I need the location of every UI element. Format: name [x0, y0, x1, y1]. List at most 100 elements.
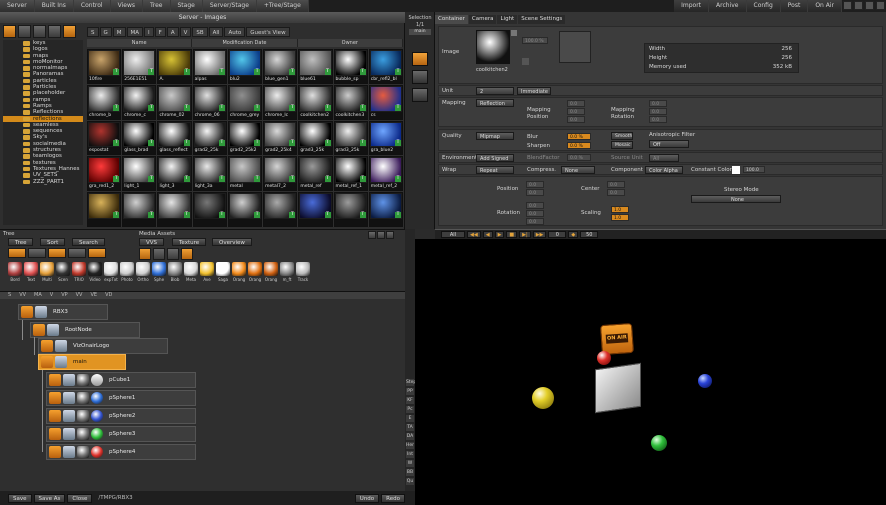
asset-item[interactable]: Orang	[232, 262, 246, 284]
thumbnail[interactable]: T	[298, 192, 333, 227]
overview-tab[interactable]: Overview	[212, 238, 252, 246]
property-tab[interactable]: Camera	[468, 15, 497, 24]
side-strip-button[interactable]: Pc	[406, 406, 414, 413]
filter-button[interactable]: S	[87, 27, 99, 37]
scene-node[interactable]: main	[38, 354, 126, 370]
vvs-tab[interactable]: VVS	[139, 238, 165, 246]
asset-item[interactable]: Scen	[56, 262, 70, 284]
aniso-dropdown[interactable]: Off	[649, 140, 689, 148]
menu-6[interactable]: Server/Stage	[202, 0, 257, 12]
scene-tree-column[interactable]: V	[50, 292, 53, 299]
mapping-rot-z[interactable]: 0.0	[649, 116, 667, 123]
image-percent[interactable]: 100.0 %	[522, 37, 548, 44]
source-unit-dropdown[interactable]: All	[649, 154, 679, 162]
center-x[interactable]: 0.0	[607, 181, 625, 188]
material-node-icon[interactable]	[77, 428, 89, 440]
mapping-rot-x[interactable]: 0.0	[649, 100, 667, 107]
quality-dropdown[interactable]: Mipmap	[476, 132, 514, 140]
thumbnail[interactable]: Tmetal_ref	[298, 156, 333, 192]
side-strip-button[interactable]: E	[406, 415, 414, 422]
mapping-rot-y[interactable]: 0.0	[649, 108, 667, 115]
menu-3[interactable]: Views	[110, 0, 143, 12]
thumbnail[interactable]: Tblue_gen1	[263, 49, 298, 84]
material-node-icon[interactable]	[77, 446, 89, 458]
asset-item[interactable]: Multi	[40, 262, 54, 284]
thumbnail[interactable]: Tgra_blue2	[368, 120, 403, 156]
thumbnail[interactable]: T	[122, 192, 157, 227]
thumbnail[interactable]: Tblue61	[298, 49, 333, 84]
filter-button[interactable]: MA	[126, 27, 144, 37]
step-back-icon[interactable]: ◀	[482, 231, 493, 238]
scene-node[interactable]: pCube1	[46, 372, 196, 388]
thumbnail[interactable]: T	[263, 192, 298, 227]
thumbnail[interactable]: Tmetal	[227, 156, 263, 192]
thumbnail[interactable]: Tgrad2_25k4	[263, 120, 298, 156]
search-tab[interactable]: Search	[72, 238, 105, 246]
thumbnail[interactable]: Tblu2	[227, 49, 263, 84]
folder-view-icon[interactable]	[33, 25, 46, 38]
thumbnail[interactable]: T	[87, 192, 122, 227]
scene-tree-column[interactable]: VV	[76, 292, 83, 299]
save-button[interactable]: Save	[8, 493, 32, 503]
scene-tree-column[interactable]: S	[8, 292, 11, 299]
thumbnail[interactable]: Tgrad3_25k	[298, 120, 333, 156]
scaling-y[interactable]: 1.0	[611, 214, 629, 221]
side-strip-button[interactable]: BB	[406, 469, 414, 476]
material-node-icon[interactable]	[77, 392, 89, 404]
rotation-z[interactable]: 0.0	[526, 218, 544, 225]
container-node-icon[interactable]	[33, 324, 45, 336]
filter-button[interactable]: I	[144, 27, 154, 37]
thumbnail[interactable]: Tglass_brad	[122, 120, 157, 156]
side-strip-button[interactable]: TA	[406, 424, 414, 431]
thumbnail[interactable]: Tchrome_06	[192, 84, 227, 120]
constant-color-swatch[interactable]	[732, 166, 740, 174]
transform-node-icon[interactable]	[63, 374, 75, 386]
container-icon[interactable]	[412, 52, 428, 66]
side-strip-button[interactable]: Qu	[406, 478, 414, 485]
thumbnail[interactable]: Tlight_3a	[192, 156, 227, 192]
side-strip-button[interactable]: DA	[406, 433, 414, 440]
property-tab[interactable]: Scene Settings	[518, 15, 566, 24]
property-tab[interactable]: Container	[435, 15, 468, 24]
thumbnail[interactable]: Tgrad2_25k2	[227, 120, 263, 156]
thumbnail[interactable]: T	[157, 192, 192, 227]
thumbnail[interactable]: T	[333, 192, 368, 227]
smooth-button[interactable]: Smooth	[611, 132, 633, 140]
transform-node-icon[interactable]	[63, 392, 75, 404]
menu-right-3[interactable]: Post	[780, 0, 809, 12]
menu-2[interactable]: Control	[73, 0, 111, 12]
folder-list-icon[interactable]	[48, 25, 61, 38]
menu-7[interactable]: +Tree/Stage	[256, 0, 309, 12]
asset-item[interactable]: Sphe	[152, 262, 166, 284]
tree-tool-2-icon[interactable]	[28, 248, 46, 258]
asset-item[interactable]: Orang	[248, 262, 262, 284]
image-clear-icon[interactable]	[522, 58, 529, 65]
thumbnail[interactable]: Tmetal_ref_1	[333, 156, 368, 192]
container-node-icon[interactable]	[49, 446, 61, 458]
thumbnail[interactable]: Tchrome_b	[87, 84, 122, 120]
container-node-icon[interactable]	[49, 392, 61, 404]
transform-node-icon[interactable]	[63, 446, 75, 458]
camera-icon[interactable]	[412, 70, 428, 84]
close-button[interactable]: Close	[67, 493, 93, 503]
scene-tree-column[interactable]: VD	[105, 292, 112, 299]
transform-node-icon[interactable]	[55, 356, 67, 368]
sphere-node-icon[interactable]	[91, 410, 103, 422]
frame-field[interactable]: 0	[548, 231, 567, 238]
folder-add-icon[interactable]	[3, 25, 16, 38]
window-max-icon[interactable]	[377, 231, 385, 239]
thumbnail[interactable]: Tcbr_refl2_bl	[368, 49, 403, 84]
thumbnail[interactable]: T 10fire	[87, 49, 122, 84]
container-node-icon[interactable]	[41, 356, 53, 368]
mosaic-button[interactable]: Mosaic	[611, 141, 633, 149]
unit-dropdown[interactable]: 2	[476, 87, 514, 95]
stereo-dropdown[interactable]: None	[691, 195, 781, 203]
rotation-x[interactable]: 0.0	[526, 202, 544, 209]
window-icon-2[interactable]	[854, 1, 863, 10]
window-icon-3[interactable]	[865, 1, 874, 10]
thumbnail[interactable]: T	[368, 192, 403, 227]
scene-node[interactable]: pSphere4	[46, 444, 196, 460]
thumbnail[interactable]: Tgrad3_25k	[333, 120, 368, 156]
property-tab[interactable]: Light	[497, 15, 518, 24]
asset-item[interactable]: m_ft	[280, 262, 294, 284]
